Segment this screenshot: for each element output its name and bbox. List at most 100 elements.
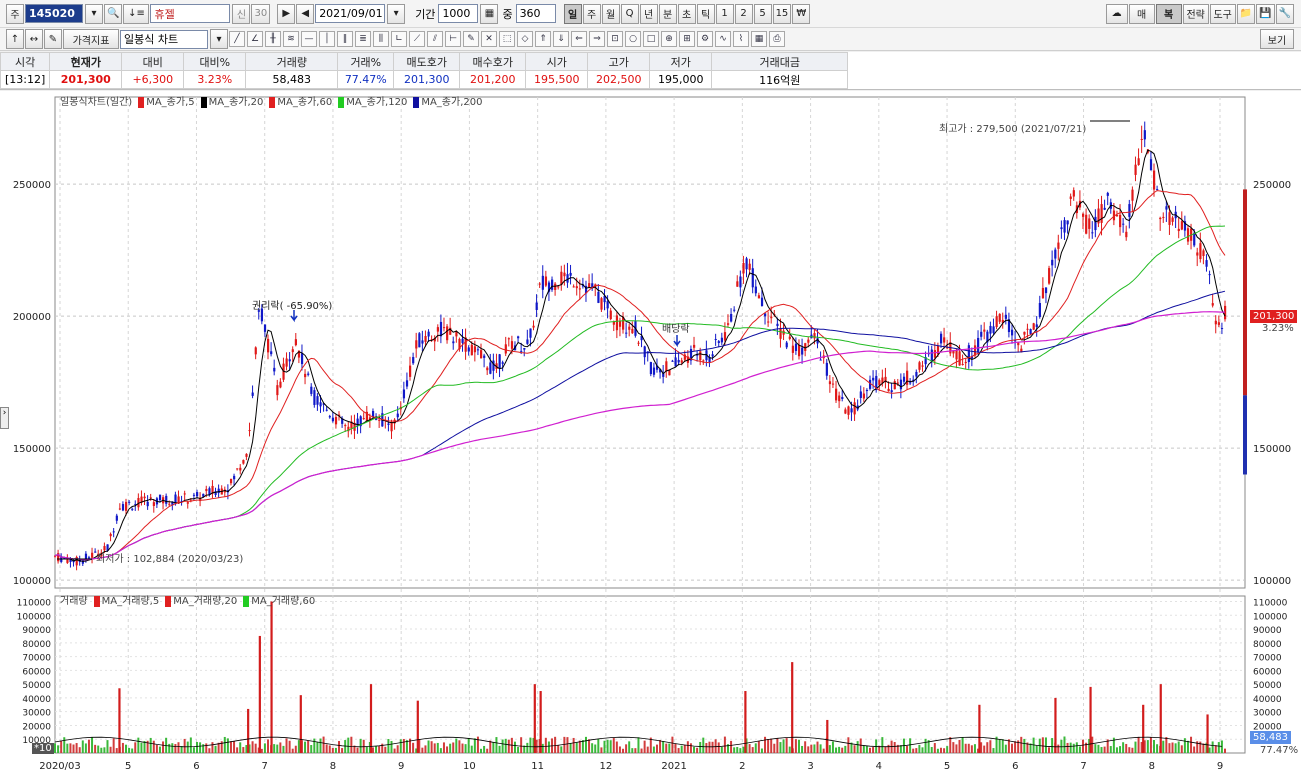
drawing-tool-icon[interactable]: ╫ (265, 31, 281, 47)
drawing-tool-icon[interactable]: ⫽ (427, 31, 443, 47)
timeframe-button[interactable]: 월 (601, 3, 620, 24)
timeframe-button[interactable]: 15 (772, 3, 792, 24)
folder-icon[interactable]: 📁 (1236, 3, 1256, 24)
stock-code-input[interactable]: 145020 (25, 4, 83, 23)
next-button[interactable]: ▶ (277, 3, 296, 24)
drawing-tool-icon[interactable]: ⇑ (535, 31, 551, 47)
up-arrow-icon[interactable]: ↑ (6, 29, 24, 49)
date-dropdown-button[interactable]: ▾ (387, 3, 406, 24)
view-button[interactable]: 보기 (1260, 29, 1294, 49)
drawing-tool-icon[interactable]: ◇ (517, 31, 533, 47)
drawing-tool-icon[interactable]: ∿ (715, 31, 731, 47)
chart-type-select[interactable]: 일봉식 차트 (120, 29, 208, 49)
volume-bar (859, 738, 862, 753)
volume-bar (273, 744, 276, 753)
drawing-tool-icon[interactable]: ‖ (337, 31, 353, 47)
overlap-input[interactable]: 360 (515, 4, 556, 23)
timeframe-button[interactable]: 5 (753, 3, 772, 24)
drawing-tool-icon[interactable]: □ (643, 31, 659, 47)
volume-bar (489, 740, 492, 753)
toolbar-right-button[interactable]: 매 (1128, 3, 1155, 24)
date-input[interactable]: 2021/09/01 (315, 4, 386, 23)
volume-bar (597, 739, 600, 753)
drawing-tool-icon[interactable]: ≋ (283, 31, 299, 47)
drawing-tool-icon[interactable]: ⊞ (679, 31, 695, 47)
volume-bar (1020, 736, 1023, 753)
volume-bar (828, 745, 831, 753)
volume-bar (973, 744, 976, 753)
timeframe-button[interactable]: 일 (563, 3, 582, 24)
chart-area[interactable]: 1000001000001500001500002000002000002500… (0, 91, 1301, 778)
candle-body (597, 291, 600, 303)
volume-bar (958, 739, 961, 753)
candle-body (637, 342, 640, 344)
indicator-button[interactable]: 가격지표 (63, 29, 119, 49)
drawing-tool-icon[interactable]: ⬚ (499, 31, 515, 47)
drawing-tool-icon[interactable]: ∠ (247, 31, 263, 47)
candle-body (1156, 189, 1159, 191)
price-volume-chart[interactable]: 1000001000001500001500002000002000002500… (0, 91, 1301, 778)
timeframe-group: 일 주 월 Q 년 분 초 틱 1 2 5 15 ₩ (563, 3, 812, 24)
drawing-tool-icon[interactable]: ⊕ (661, 31, 677, 47)
period-grid-icon[interactable]: ▦ (480, 3, 499, 24)
stock-name-field[interactable]: 휴젤 (150, 4, 231, 23)
drawing-tool-icon[interactable]: ⫼ (373, 31, 389, 47)
cloud-icon[interactable]: ☁ (1105, 3, 1128, 24)
market-selector[interactable]: 주 (6, 3, 24, 24)
drawing-tool-icon[interactable]: ○ (625, 31, 641, 47)
drawing-tool-icon[interactable]: ⊢ (445, 31, 461, 47)
timeframe-button[interactable]: 틱 (696, 3, 715, 24)
timeframe-button[interactable]: 년 (639, 3, 658, 24)
prev-button[interactable]: ◀ (296, 3, 315, 24)
toolbar-right-button[interactable]: 도구 (1209, 3, 1236, 24)
drawing-tool-icon[interactable]: ▦ (751, 31, 767, 47)
save-icon[interactable]: 💾 (1256, 3, 1275, 24)
drawing-tool-icon[interactable]: ⎙ (769, 31, 785, 47)
volume-bar (1041, 737, 1044, 753)
volume-bar (455, 738, 458, 753)
timeframe-button[interactable]: 주 (582, 3, 601, 24)
timeframe-button[interactable]: 분 (658, 3, 677, 24)
candle-body (489, 362, 492, 374)
drawing-tool-icon[interactable]: ⊡ (607, 31, 623, 47)
timeframe-button[interactable]: 2 (734, 3, 753, 24)
drawing-tool-icon[interactable]: ✎ (463, 31, 479, 47)
candle-body (196, 492, 199, 497)
search-icon[interactable]: 🔍 (104, 3, 123, 24)
wrench-icon[interactable]: 🔧 (1275, 3, 1294, 24)
expand-icon[interactable]: ↔ (25, 29, 43, 49)
toolbar-right-button[interactable]: 전략 (1182, 3, 1209, 24)
drawing-tool-icon[interactable]: — (301, 31, 317, 47)
drawing-tool-icon[interactable]: ∟ (391, 31, 407, 47)
toolbar-right-button[interactable]: 복 (1155, 3, 1182, 24)
timeframe-button[interactable]: 1 (715, 3, 734, 24)
volume-bar (689, 743, 692, 753)
drawing-tool-icon[interactable]: ✕ (481, 31, 497, 47)
drawing-tool-icon[interactable]: ⟋ (409, 31, 425, 47)
timeframe-button[interactable]: ₩ (792, 3, 811, 24)
period-input[interactable]: 1000 (438, 4, 479, 23)
timeframe-button[interactable]: 초 (677, 3, 696, 24)
sort-icon[interactable]: ↓≡ (123, 3, 150, 24)
code-dropdown-button[interactable]: ▾ (85, 3, 103, 24)
volume-bar (334, 747, 337, 753)
candle-body (1060, 227, 1063, 230)
volume-bar (541, 743, 544, 753)
chart-type-dropdown[interactable]: ▾ (210, 29, 228, 49)
timeframe-button[interactable]: Q (620, 3, 639, 24)
price-legend-item: MA_종가,200 (413, 97, 483, 108)
drawing-tool-icon[interactable]: │ (319, 31, 335, 47)
candle-body (1143, 130, 1146, 140)
drawing-tool-icon[interactable]: ⇓ (553, 31, 569, 47)
edit-icon[interactable]: ✎ (44, 29, 62, 49)
drawing-tool-icon[interactable]: ⇒ (589, 31, 605, 47)
drawing-tool-icon[interactable]: ⇐ (571, 31, 587, 47)
drawing-tool-icon[interactable]: ≣ (355, 31, 371, 47)
side-expand-handle[interactable]: › (0, 407, 9, 429)
quote-value-cell: 3.23% (183, 70, 247, 89)
drawing-tool-icon[interactable]: ╱ (229, 31, 245, 47)
volume-bar (529, 737, 532, 753)
low-annotation: 최저가 : 102,884 (2020/03/23) (96, 554, 244, 565)
drawing-tool-icon[interactable]: ⚙ (697, 31, 713, 47)
drawing-tool-icon[interactable]: ⌇ (733, 31, 749, 47)
